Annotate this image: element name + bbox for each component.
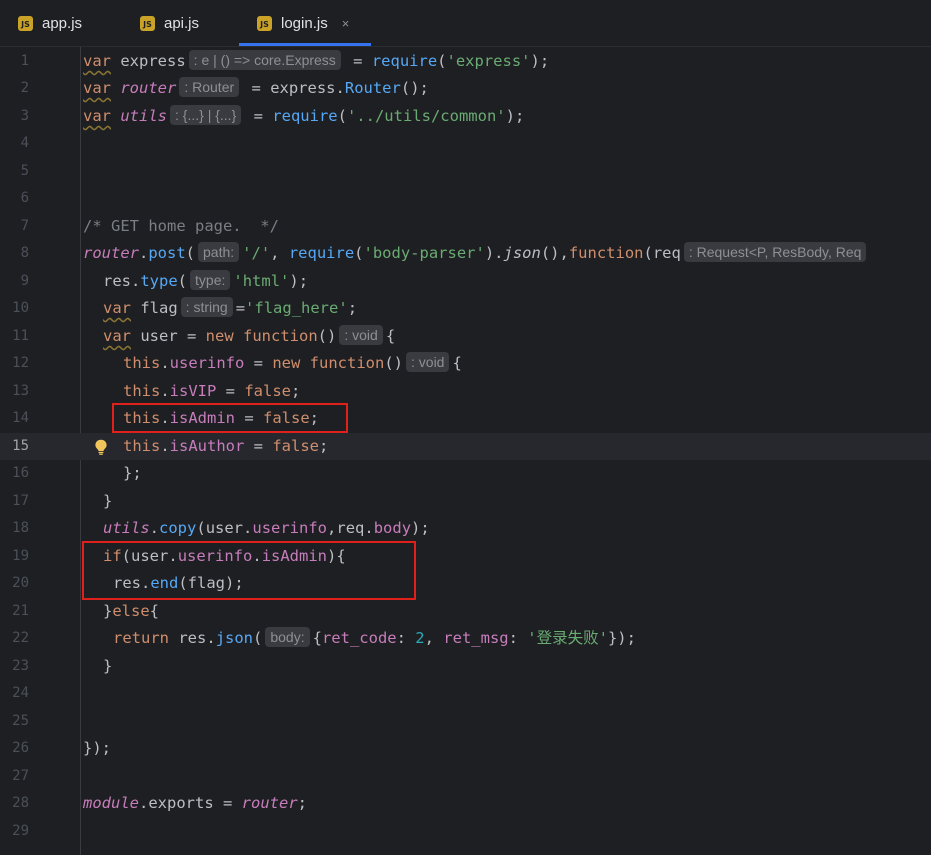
code-text: var user = new function(): void{ — [103, 325, 396, 345]
line-number: 27 — [12, 768, 29, 784]
code-line: 8 router.post(path: '/', require('body-pa… — [0, 240, 931, 267]
line-number: 29 — [12, 823, 29, 839]
type-hint: : e | () => core.Express — [188, 50, 341, 70]
code-text: var express: e | () => core.Express = re… — [83, 50, 550, 70]
line-number: 18 — [12, 520, 29, 536]
code-line: 29 — [0, 818, 931, 845]
tab-label: api.js — [164, 14, 200, 32]
code-line: 4 — [0, 130, 931, 157]
code-line: 28 module.exports = router; — [0, 790, 931, 817]
line-number: 11 — [12, 328, 29, 344]
line-number: 4 — [20, 135, 29, 151]
code-text: this.isAuthor = false; — [123, 437, 329, 455]
type-hint: : void — [339, 325, 383, 345]
lightbulb-icon[interactable] — [94, 439, 108, 455]
line-number: 22 — [12, 630, 29, 646]
line-number: 15 — [12, 438, 29, 454]
code-text: var router: Router = express.Router(); — [83, 77, 429, 97]
code-line: 27 — [0, 763, 931, 790]
code-line: 10 var flag: string ='flag_here'; — [0, 295, 931, 322]
code-line: 3 var utils: {...} | {...} = require('..… — [0, 103, 931, 130]
code-line: 24 — [0, 680, 931, 707]
type-hint: : Router — [179, 77, 240, 97]
code-text: } — [103, 657, 113, 675]
code-text: utils.copy(user.userinfo,req.body); — [103, 519, 430, 537]
line-number: 8 — [20, 245, 29, 261]
code-text: var utils: {...} | {...} = require('../u… — [83, 105, 525, 125]
line-number: 12 — [12, 355, 29, 371]
line-number: 20 — [12, 575, 29, 591]
parameter-hint: path: — [198, 242, 240, 262]
code-line: 16 }; — [0, 460, 931, 487]
editor-tab-bar: JS app.js JS api.js JS login.js × — [0, 0, 931, 47]
code-line: 2 var router: Router = express.Router(); — [0, 75, 931, 102]
type-hint: : string — [180, 297, 233, 317]
tab-label: app.js — [42, 14, 83, 32]
line-number: 28 — [12, 795, 29, 811]
code-line: 18 utils.copy(user.userinfo,req.body); — [0, 515, 931, 542]
line-number: 7 — [20, 218, 29, 234]
type-hint: : {...} | {...} — [170, 105, 242, 125]
code-line: 9 res.type(type:'html'); — [0, 268, 931, 295]
line-number: 9 — [20, 273, 29, 289]
tab-app-js[interactable]: JS app.js — [18, 0, 113, 46]
code-line: 26 }); — [0, 735, 931, 762]
code-comment: /* GET home page. */ — [83, 217, 279, 235]
code-line: 17 } — [0, 488, 931, 515]
tab-api-js[interactable]: JS api.js — [140, 0, 235, 46]
highlight-box-admin-check — [82, 541, 416, 600]
line-number: 5 — [20, 163, 29, 179]
line-number: 21 — [12, 603, 29, 619]
line-number: 25 — [12, 713, 29, 729]
code-text: router.post(path: '/', require('body-pars… — [83, 240, 869, 267]
code-line: 1 var express: e | () => core.Express = … — [0, 48, 931, 75]
line-number: 10 — [12, 300, 29, 316]
code-line: 5 — [0, 158, 931, 185]
code-line: 13 this.isVIP = false; — [0, 378, 931, 405]
parameter-hint: type: — [190, 270, 231, 290]
line-number: 13 — [12, 383, 29, 399]
code-text: } — [103, 492, 113, 510]
code-line: 12 this.userinfo = new function(): void{ — [0, 350, 931, 377]
type-hint: : void — [406, 352, 450, 372]
code-line: 11 var user = new function(): void{ — [0, 323, 931, 350]
type-hint: : Request<P, ResBody, Req — [683, 242, 867, 262]
code-text: }); — [83, 739, 111, 757]
code-line: 25 — [0, 708, 931, 735]
javascript-file-icon: JS — [257, 15, 272, 31]
code-text: var flag: string ='flag_here'; — [103, 297, 358, 317]
line-number: 16 — [12, 465, 29, 481]
code-text: res.type(type:'html'); — [103, 270, 309, 290]
parameter-hint: body: — [265, 627, 310, 647]
line-number: 23 — [12, 658, 29, 674]
code-line: 22 return res.json(body: {ret_code: 2, re… — [0, 625, 931, 652]
line-number: 1 — [20, 53, 29, 69]
code-editor[interactable]: 1 var express: e | () => core.Express = … — [0, 47, 931, 855]
code-text: module.exports = router; — [83, 794, 308, 812]
line-number: 17 — [12, 493, 29, 509]
line-number: 24 — [12, 685, 29, 701]
line-number: 6 — [20, 190, 29, 206]
line-number: 14 — [12, 410, 29, 426]
line-number: 19 — [12, 548, 29, 564]
tab-login-js[interactable]: JS login.js × — [239, 0, 371, 46]
code-text: this.userinfo = new function(): void{ — [123, 352, 462, 372]
line-number: 3 — [20, 108, 29, 124]
code-text: }else{ — [103, 602, 160, 620]
code-line: 7 /* GET home page. */ — [0, 213, 931, 240]
close-tab-icon[interactable]: × — [342, 16, 350, 31]
code-line: 21 }else{ — [0, 598, 931, 625]
line-number: 26 — [12, 740, 29, 756]
code-text: return res.json(body: {ret_code: 2, ret_m… — [113, 627, 636, 647]
line-number: 2 — [20, 80, 29, 96]
code-line-current: 15 this.isAuthor = false; — [0, 433, 931, 460]
highlight-box-isadmin-assignment — [112, 403, 348, 433]
code-text: }; — [123, 464, 142, 482]
code-line: 23 } — [0, 653, 931, 680]
javascript-file-icon: JS — [140, 15, 155, 31]
tab-label: login.js — [281, 14, 328, 32]
javascript-file-icon: JS — [18, 15, 33, 31]
code-text: this.isVIP = false; — [123, 382, 301, 400]
code-line: 6 — [0, 185, 931, 212]
